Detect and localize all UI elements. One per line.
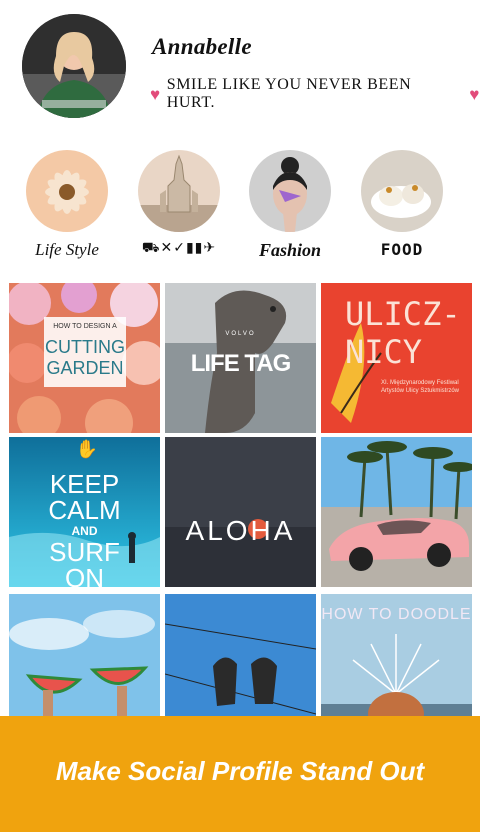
highlight-label-lifestyle: Life Style — [35, 240, 99, 259]
post-keep-calm[interactable]: ✋ KEEP CALM AND SURF ON — [9, 437, 160, 587]
highlight-fashion[interactable] — [249, 150, 331, 232]
highlight-lifestyle[interactable] — [26, 150, 108, 232]
highlight-label-travel: ⛟✕✓▮▮✈ — [141, 240, 217, 256]
shaka-hand-icon: ✋ — [75, 439, 99, 459]
post-caption-line: KEEP — [49, 469, 120, 499]
post-caption-line: CALM — [48, 495, 121, 525]
post-caption: HOW TO DOODLE — [321, 606, 472, 623]
profile-avatar[interactable] — [22, 14, 126, 118]
heart-icon: ♥ — [150, 84, 161, 104]
post-caption-line: ON — [65, 563, 104, 587]
promo-banner: Make Social Profile Stand Out — [0, 716, 480, 832]
post-aloha[interactable]: ALOHA — [165, 437, 316, 587]
post-caption: LIFE TAG — [190, 350, 292, 377]
highlight-travel[interactable] — [138, 150, 220, 232]
post-cutting-garden[interactable]: HOW TO DESIGN A CUTTING GARDEN — [9, 283, 160, 433]
profile-name: Annabelle — [152, 34, 252, 59]
post-caption-small: HOW TO DESIGN A — [53, 323, 117, 330]
promo-banner-text: Make Social Profile Stand Out — [55, 756, 425, 786]
post-caption: ALOHA — [185, 515, 296, 546]
post-caption-line: NICY — [345, 333, 423, 371]
highlight-label-fashion: Fashion — [258, 240, 322, 260]
post-caption-line: ULICZ- — [345, 295, 461, 333]
post-pink-car[interactable] — [321, 437, 472, 587]
profile-bio-text: SMILE LIKE YOU NEVER BEEN HURT. — [166, 76, 412, 111]
post-caption-line: SURF — [49, 537, 120, 567]
post-caption-line: GARDEN — [46, 358, 124, 378]
post-uliczniczy[interactable]: ULICZ- NICY XI. Międzynarodowy Festiwal … — [321, 283, 472, 433]
heart-icon: ♥ — [469, 84, 480, 104]
post-life-tag[interactable]: VOLVO LIFE TAG — [165, 283, 316, 433]
post-caption: ULICZ- NICY — [345, 295, 470, 371]
post-caption: CUTTING GARDEN — [44, 337, 126, 379]
post-caption-line: CUTTING — [45, 337, 125, 357]
profile-bio: ♥ SMILE LIKE YOU NEVER BEEN HURT. ♥ — [150, 76, 480, 112]
post-caption: KEEP CALM AND SURF ON — [9, 471, 160, 587]
post-caption-small: XI. Międzynarodowy Festiwal Artystów Uli… — [381, 380, 460, 394]
post-caption-small: VOLVO — [225, 331, 256, 337]
highlight-food[interactable] — [361, 150, 443, 232]
highlight-label-food: FOOD — [380, 240, 424, 259]
